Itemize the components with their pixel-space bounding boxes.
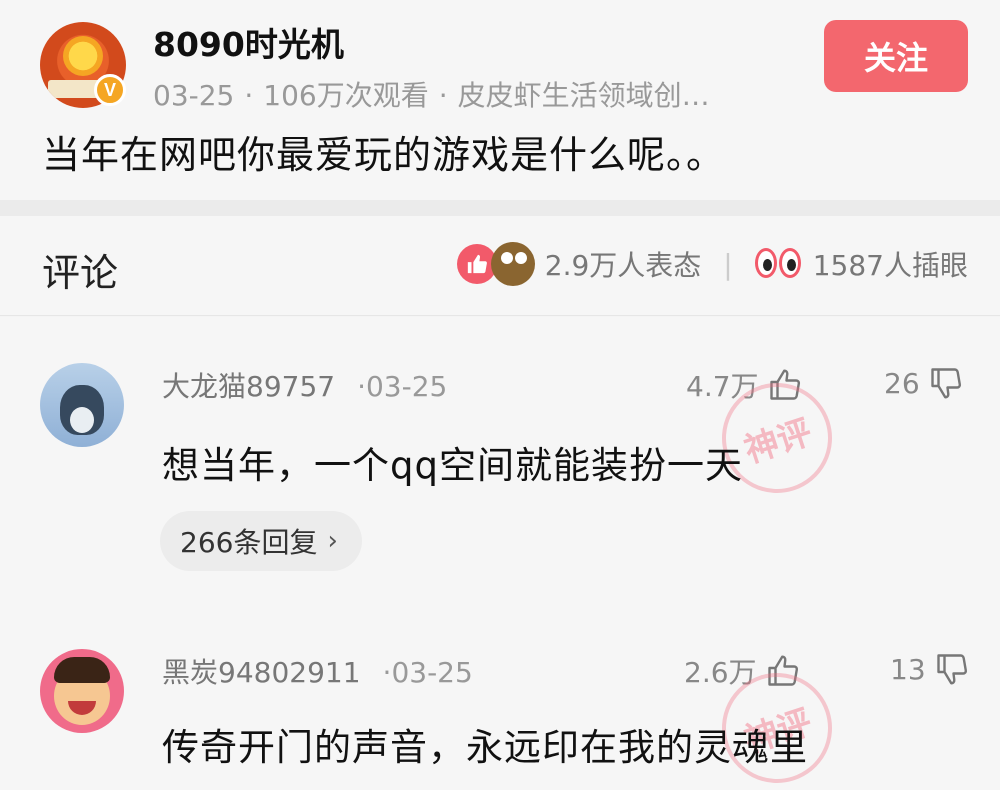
commenter-avatar[interactable] — [40, 363, 124, 447]
commenter-avatar[interactable] — [40, 649, 124, 733]
comment-item: 黑炭94802911·03-25 2.6万 13 神评 传奇开门的声音，永远印在… — [0, 607, 1000, 790]
post-card: V 8090时光机 03-25 · 106万次观看 · 皮皮虾生活领域创… 关注 当年在… — [0, 0, 1000, 200]
author-domain: 皮皮虾生活领域创… — [457, 79, 710, 112]
sun-icon — [63, 36, 103, 76]
comment-date: ·03-25 — [382, 656, 473, 689]
dislike-button[interactable]: 13 — [890, 651, 970, 687]
comment-text: 传奇开门的声音，永远印在我的灵魂里 — [162, 726, 808, 769]
commenter-name[interactable]: 黑炭94802911 ·03-25 — [162, 651, 473, 691]
totoro-belly — [70, 407, 94, 433]
dislike-button[interactable]: 26 — [884, 365, 964, 401]
eyes-count: 1587人插眼 — [812, 249, 968, 282]
separator: | — [723, 247, 733, 281]
post-meta: 03-25 · 106万次观看 · 皮皮虾生活领域创… — [153, 74, 793, 114]
author-name[interactable]: 8090时光机 — [153, 18, 344, 66]
section-divider — [0, 200, 1000, 216]
owl-emoji-icon — [490, 242, 535, 286]
cartoon-hair — [54, 657, 110, 683]
comment-date-value: 03-25 — [365, 370, 448, 403]
comments-title: 评论 — [42, 251, 119, 295]
commenter-name[interactable]: 大龙猫89757 ·03-25 — [162, 365, 447, 405]
reply-count: 266条回复 — [180, 526, 318, 559]
reaction-summary[interactable]: 2.9万人表态 | 1587人插眼 — [456, 242, 968, 286]
thumbs-down-icon — [930, 368, 961, 399]
commenter-username[interactable]: 大龙猫89757 — [162, 370, 335, 403]
comment-item: 大龙猫89757·03-25 4.7万 26 神评 想当年，一个qq空间就能装扮… — [0, 317, 1000, 607]
dislike-count: 13 — [890, 652, 926, 686]
comments-header: 评论 2.9万人表态 | 1587人插眼 — [0, 216, 1000, 316]
eyes-emoji-icon — [754, 244, 803, 284]
chevron-right-icon: › — [327, 526, 338, 556]
commenter-username[interactable]: 黑炭94802911 — [162, 656, 361, 689]
view-replies-button[interactable]: 266条回复 › — [160, 511, 362, 571]
post-date: 03-25 — [153, 79, 235, 112]
comment-text: 想当年，一个qq空间就能装扮一天 — [162, 444, 743, 487]
dot-separator: · — [438, 79, 448, 112]
comment-date-value: 03-25 — [391, 656, 473, 689]
comment-date: ·03-25 — [357, 370, 448, 403]
follow-button[interactable]: 关注 — [824, 20, 968, 92]
view-count: 106万次观看 — [263, 79, 429, 112]
verified-icon: V — [94, 74, 126, 106]
dot-separator: · — [244, 79, 254, 112]
reaction-count: 2.9万人表态 — [544, 249, 702, 282]
thumbs-down-icon — [936, 654, 967, 685]
dislike-count: 26 — [884, 366, 920, 400]
post-text: 当年在网吧你最爱玩的游戏是什么呢。。 — [42, 133, 726, 177]
